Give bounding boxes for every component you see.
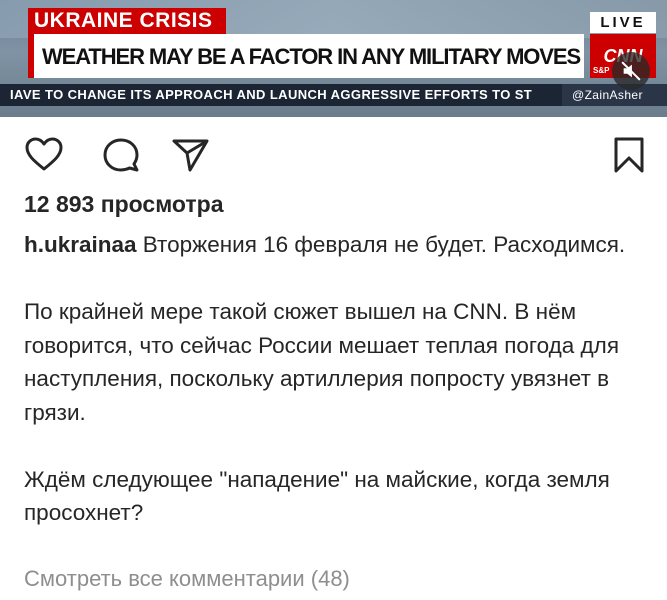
caption-paragraph-2: По крайней мере такой сюжет вышел на CNN… [24,299,619,425]
heart-icon [25,137,63,171]
headline-banner: WEATHER MAY BE A FACTOR IN ANY MILITARY … [28,34,584,78]
username-link[interactable]: h.ukrainaa [24,232,137,257]
crisis-banner: UKRAINE CRISIS [28,8,226,34]
save-button[interactable] [609,135,649,175]
news-ticker: IAVE TO CHANGE ITS APPROACH AND LAUNCH A… [0,84,667,106]
mute-button[interactable] [612,52,650,90]
view-count: 12 893 просмотра [24,191,224,217]
share-button[interactable] [170,135,210,175]
like-button[interactable] [24,135,64,175]
send-icon [172,139,209,172]
post-caption: h.ukrainaa Вторжения 16 февраля не будет… [24,228,654,530]
ticker-text: IAVE TO CHANGE ITS APPROACH AND LAUNCH A… [10,87,533,102]
view-comments-link[interactable]: Смотреть все комментарии (48) [24,566,350,592]
bookmark-icon [614,137,644,173]
live-badge: LIVE [590,12,656,33]
comment-button[interactable] [101,135,141,175]
speaker-muted-icon [621,61,641,81]
index-label: S&P [593,66,610,75]
caption-text: Вторжения 16 февраля не будет. Расходимс… [136,232,626,257]
caption-paragraph: h.ukrainaa Вторжения 16 февраля не будет… [24,228,654,262]
video-player[interactable]: UKRAINE CRISIS WEATHER MAY BE A FACTOR I… [0,0,667,117]
comment-icon [103,138,139,172]
caption-paragraph-3: Ждём следующее "нападение" на майские, к… [24,466,610,526]
ticker-handle: @ZainAsher [562,84,667,106]
